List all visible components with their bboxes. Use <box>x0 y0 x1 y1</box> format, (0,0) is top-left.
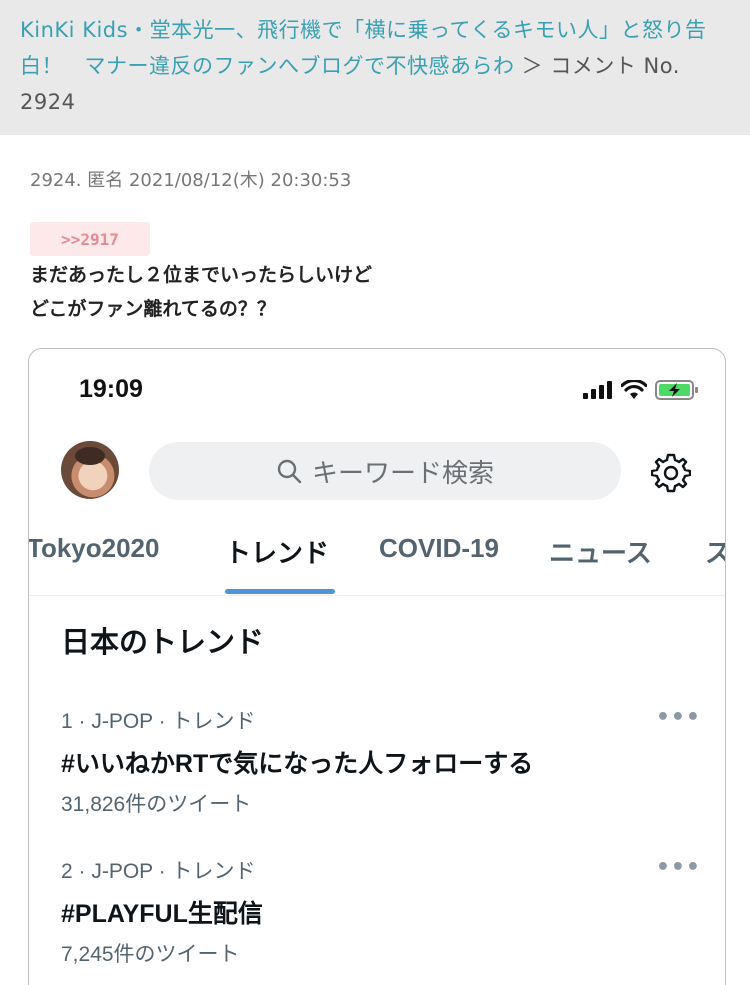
section-title: 日本のトレンド <box>61 625 265 659</box>
tab-tokyo2020[interactable]: Tokyo2020 <box>29 533 159 564</box>
embedded-screenshot: 19:09 キーワード検索 Tokyo2020 トレンド COVID-19 ニュ… <box>28 348 726 985</box>
more-options-icon[interactable]: ••• <box>656 705 701 730</box>
comment-meta: 2924. 匿名 2021/08/12(木) 20:30:53 <box>30 170 352 191</box>
signal-icon <box>583 381 612 399</box>
search-input[interactable]: キーワード検索 <box>149 442 621 500</box>
tab-covid19[interactable]: COVID-19 <box>379 533 499 564</box>
trend-count: 7,245件のツイート <box>61 943 240 966</box>
trend-count: 31,826件のツイート <box>61 793 252 816</box>
avatar[interactable] <box>61 441 119 499</box>
breadcrumb: KinKi Kids・堂本光一、飛行機で「横に乗ってくるキモい人」と怒り告白！ … <box>20 12 730 120</box>
divider <box>29 595 725 596</box>
reply-anchor-link[interactable]: >>2917 <box>30 222 150 256</box>
wifi-icon <box>621 380 647 399</box>
trend-name: #PLAYFUL生配信 <box>61 900 263 928</box>
active-tab-indicator <box>225 589 335 594</box>
trend-meta: 1 · J-POP · トレンド <box>61 710 256 733</box>
battery-charging-icon <box>655 380 698 400</box>
search-placeholder: キーワード検索 <box>311 458 494 489</box>
trend-item[interactable]: 2 · J-POP · トレンド #PLAYFUL生配信 7,245件のツイート… <box>61 855 701 968</box>
tab-bar: Tokyo2020 トレンド COVID-19 ニュース ス <box>29 533 725 595</box>
more-options-icon[interactable]: ••• <box>656 855 701 880</box>
status-icons <box>583 379 699 401</box>
comment-line: まだあったし２位までいったらしいけど <box>30 264 373 286</box>
status-time: 19:09 <box>79 375 143 403</box>
search-icon <box>277 459 302 484</box>
trend-item[interactable]: 1 · J-POP · トレンド #いいねかRTで気になった人フォローする 31… <box>61 705 701 818</box>
trend-meta: 2 · J-POP · トレンド <box>61 860 256 883</box>
tab-trends[interactable]: トレンド <box>225 533 329 570</box>
gear-icon[interactable] <box>651 453 691 493</box>
comment-line: どこがファン離れてるの？？ <box>30 298 276 320</box>
breadcrumb-separator: ＞ <box>514 54 551 78</box>
tab-news[interactable]: ニュース <box>549 533 652 570</box>
comment-body: まだあったし２位までいったらしいけど どこがファン離れてるの？？ <box>30 258 372 326</box>
tab-partial[interactable]: ス <box>705 533 725 570</box>
trend-name: #いいねかRTで気になった人フォローする <box>61 750 534 778</box>
page-header: KinKi Kids・堂本光一、飛行機で「横に乗ってくるキモい人」と怒り告白！ … <box>0 0 750 135</box>
